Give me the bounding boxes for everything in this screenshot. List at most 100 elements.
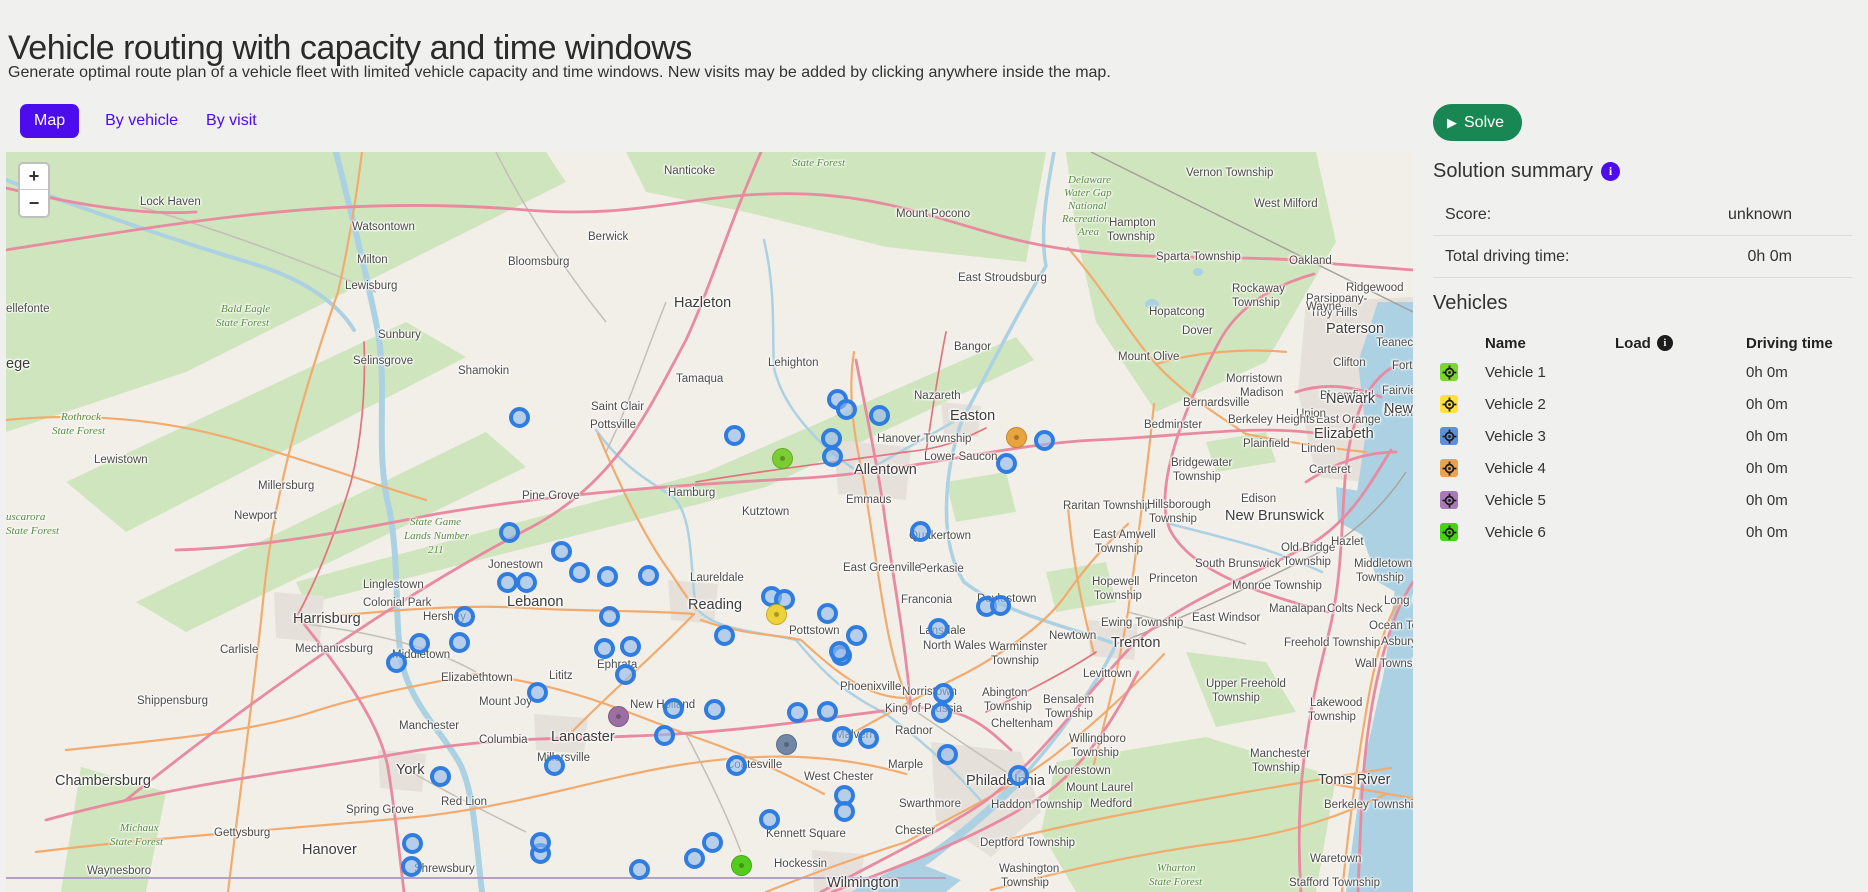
map-place-label: Hillsborough xyxy=(1147,499,1211,511)
visit-marker[interactable] xyxy=(454,606,475,627)
visit-marker[interactable] xyxy=(516,572,537,593)
visit-marker[interactable] xyxy=(1034,430,1055,451)
tab-by-vehicle[interactable]: By vehicle xyxy=(103,104,180,138)
visit-marker[interactable] xyxy=(832,726,853,747)
visit-marker[interactable] xyxy=(817,701,838,722)
visit-marker[interactable] xyxy=(829,641,850,662)
visit-marker[interactable] xyxy=(1008,765,1029,786)
map-place-label: Hamburg xyxy=(668,487,715,499)
map-place-label: Teaneck xyxy=(1376,337,1413,349)
visit-marker[interactable] xyxy=(759,809,780,830)
map-place-label: Sunbury xyxy=(378,329,421,341)
map-place-label: Gettysburg xyxy=(214,827,270,839)
map-place-label: Stafford Township xyxy=(1289,877,1380,889)
route-map[interactable]: + − Lock HavenWatsontownMiltonLewisburgS… xyxy=(6,152,1413,892)
visit-marker[interactable] xyxy=(704,699,725,720)
map-place-label: Waretown xyxy=(1310,853,1361,865)
map-place-label: Carteret xyxy=(1309,464,1351,476)
vehicle-depot-marker[interactable] xyxy=(608,706,629,727)
visit-marker[interactable] xyxy=(509,407,530,428)
visit-marker[interactable] xyxy=(386,652,407,673)
vehicle-row: Vehicle 3 0h 0m xyxy=(1433,420,1852,452)
map-place-label: Colts Neck xyxy=(1327,603,1383,615)
visit-marker[interactable] xyxy=(497,572,518,593)
visit-marker[interactable] xyxy=(726,755,747,776)
visit-marker[interactable] xyxy=(499,522,520,543)
visit-marker[interactable] xyxy=(822,446,843,467)
map-place-label: Wilmington xyxy=(827,875,899,891)
tab-map[interactable]: Map xyxy=(20,104,79,138)
map-place-label: Nanticoke xyxy=(664,165,715,177)
visit-marker[interactable] xyxy=(846,625,867,646)
vehicle-marker-icon xyxy=(1440,523,1458,541)
visit-marker[interactable] xyxy=(654,725,675,746)
map-place-label: Asbury Park xyxy=(1381,636,1413,648)
visit-marker[interactable] xyxy=(409,633,430,654)
summary-info-icon[interactable]: i xyxy=(1601,162,1620,181)
visit-marker[interactable] xyxy=(430,766,451,787)
visit-marker[interactable] xyxy=(990,595,1011,616)
vehicle-depot-marker[interactable] xyxy=(731,855,752,876)
map-place-label: Dover xyxy=(1182,325,1213,337)
map-place-label: Pottsville xyxy=(590,419,636,431)
visit-marker[interactable] xyxy=(620,636,641,657)
map-place-label: Berwick xyxy=(588,231,628,243)
visit-marker[interactable] xyxy=(834,801,855,822)
visit-marker[interactable] xyxy=(530,832,551,853)
visit-marker[interactable] xyxy=(594,638,615,659)
vehicle-depot-marker[interactable] xyxy=(776,734,797,755)
visit-marker[interactable] xyxy=(996,453,1017,474)
vehicle-depot-marker[interactable] xyxy=(772,448,793,469)
visit-marker[interactable] xyxy=(629,859,650,880)
visit-marker[interactable] xyxy=(928,618,949,639)
visit-marker[interactable] xyxy=(638,565,659,586)
visit-marker[interactable] xyxy=(599,606,620,627)
visit-marker[interactable] xyxy=(858,728,879,749)
vehicle-row: Vehicle 5 0h 0m xyxy=(1433,484,1852,516)
visit-marker[interactable] xyxy=(714,625,735,646)
map-place-label: uscarora xyxy=(6,511,45,523)
visit-marker[interactable] xyxy=(663,698,684,719)
map-place-label: Manalapan xyxy=(1269,603,1326,615)
visit-marker[interactable] xyxy=(787,702,808,723)
visit-marker[interactable] xyxy=(402,833,423,854)
visit-marker[interactable] xyxy=(449,632,470,653)
visit-marker[interactable] xyxy=(937,744,958,765)
visit-marker[interactable] xyxy=(817,603,838,624)
visit-marker[interactable] xyxy=(527,682,548,703)
tab-by-visit[interactable]: By visit xyxy=(204,104,259,138)
visit-marker[interactable] xyxy=(569,562,590,583)
zoom-out-button[interactable]: − xyxy=(20,190,48,216)
vehicle-driving-time: 0h 0m xyxy=(1746,428,1852,445)
solve-button[interactable]: ▶ Solve xyxy=(1433,104,1522,141)
visit-marker[interactable] xyxy=(724,425,745,446)
map-place-label: Haddon Township xyxy=(991,799,1082,811)
map-place-label: Newark xyxy=(1326,391,1375,407)
load-info-icon[interactable]: i xyxy=(1657,335,1673,351)
map-place-label: Bangor xyxy=(954,341,991,353)
map-place-label: East Amwell xyxy=(1093,529,1156,541)
vehicle-depot-marker[interactable] xyxy=(766,604,787,625)
vehicle-depot-marker[interactable] xyxy=(1006,427,1027,448)
zoom-in-button[interactable]: + xyxy=(20,164,48,190)
visit-marker[interactable] xyxy=(836,399,857,420)
map-place-label: Mechanicsburg xyxy=(295,643,373,655)
visit-marker[interactable] xyxy=(684,848,705,869)
map-place-label: Vernon Township xyxy=(1186,167,1273,179)
map-place-label: Recreation xyxy=(1062,213,1110,225)
visit-marker[interactable] xyxy=(544,755,565,776)
map-place-label: State Forest xyxy=(52,425,105,437)
visit-marker[interactable] xyxy=(869,405,890,426)
map-place-label: Clifton xyxy=(1333,357,1366,369)
visit-marker[interactable] xyxy=(910,521,931,542)
visit-marker[interactable] xyxy=(401,856,422,877)
visit-marker[interactable] xyxy=(931,702,952,723)
visit-marker[interactable] xyxy=(702,832,723,853)
map-place-label: Lewisburg xyxy=(345,280,397,292)
visit-marker[interactable] xyxy=(597,566,618,587)
visit-marker[interactable] xyxy=(615,664,636,685)
vehicle-name: Vehicle 5 xyxy=(1485,492,1615,509)
vehicle-driving-time: 0h 0m xyxy=(1746,460,1852,477)
visit-marker[interactable] xyxy=(933,683,954,704)
visit-marker[interactable] xyxy=(551,541,572,562)
